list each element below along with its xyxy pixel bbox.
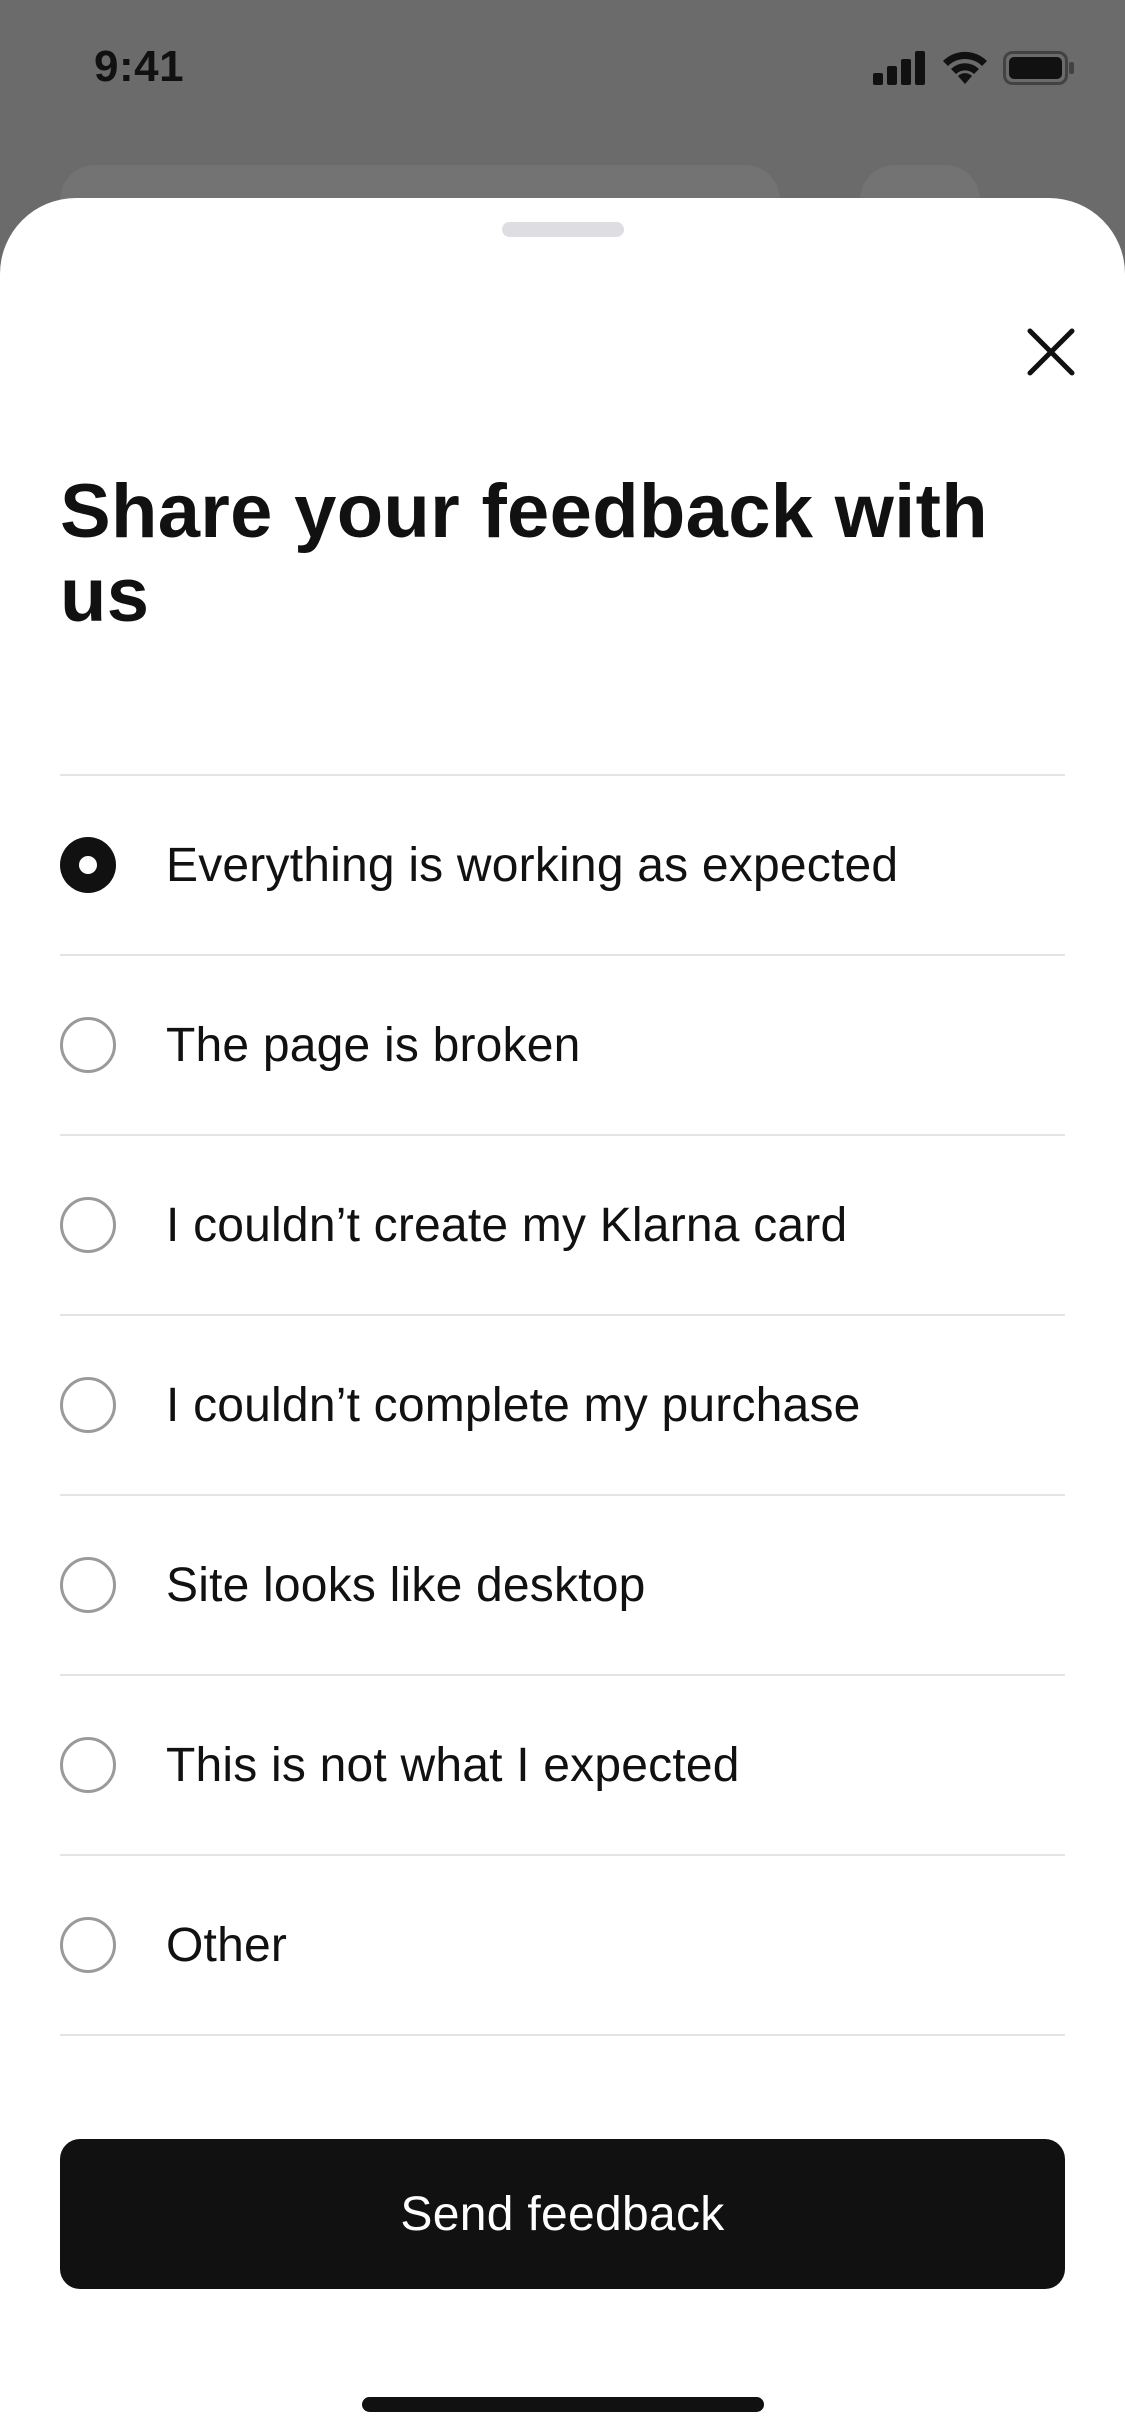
radio-button[interactable]	[60, 1197, 116, 1253]
option-label: I couldn’t complete my purchase	[166, 1378, 861, 1432]
home-indicator	[362, 2397, 764, 2412]
option-label: Site looks like desktop	[166, 1558, 646, 1612]
status-bar: 9:41	[0, 0, 1125, 140]
status-time: 9:41	[94, 42, 185, 91]
sheet-grabber[interactable]	[502, 222, 624, 237]
option-page-broken[interactable]: The page is broken	[60, 956, 1065, 1136]
radio-button[interactable]	[60, 1377, 116, 1433]
wifi-icon	[941, 50, 989, 86]
option-not-expected[interactable]: This is not what I expected	[60, 1676, 1065, 1856]
feedback-sheet: Share your feedback with us Everything i…	[0, 198, 1125, 2436]
battery-icon	[1003, 51, 1075, 85]
feedback-options: Everything is working as expected The pa…	[60, 774, 1065, 2036]
radio-button[interactable]	[60, 1917, 116, 1973]
option-card-creation-failed[interactable]: I couldn’t create my Klarna card	[60, 1136, 1065, 1316]
sheet-title: Share your feedback with us	[60, 469, 988, 638]
option-purchase-failed[interactable]: I couldn’t complete my purchase	[60, 1316, 1065, 1496]
send-feedback-button[interactable]: Send feedback	[60, 2139, 1065, 2289]
option-label: I couldn’t create my Klarna card	[166, 1198, 848, 1252]
close-button[interactable]	[1013, 316, 1089, 392]
close-icon	[1026, 327, 1076, 382]
radio-button[interactable]	[60, 1557, 116, 1613]
option-label: This is not what I expected	[166, 1738, 740, 1792]
option-other[interactable]: Other	[60, 1856, 1065, 2036]
option-looks-like-desktop[interactable]: Site looks like desktop	[60, 1496, 1065, 1676]
option-label: Everything is working as expected	[166, 838, 899, 892]
radio-button[interactable]	[60, 1737, 116, 1793]
option-label: The page is broken	[166, 1018, 581, 1072]
option-working-as-expected[interactable]: Everything is working as expected	[60, 776, 1065, 956]
status-icons	[873, 50, 1075, 86]
radio-button[interactable]	[60, 1017, 116, 1073]
radio-button[interactable]	[60, 837, 116, 893]
cellular-signal-icon	[873, 51, 927, 85]
option-label: Other	[166, 1918, 288, 1972]
